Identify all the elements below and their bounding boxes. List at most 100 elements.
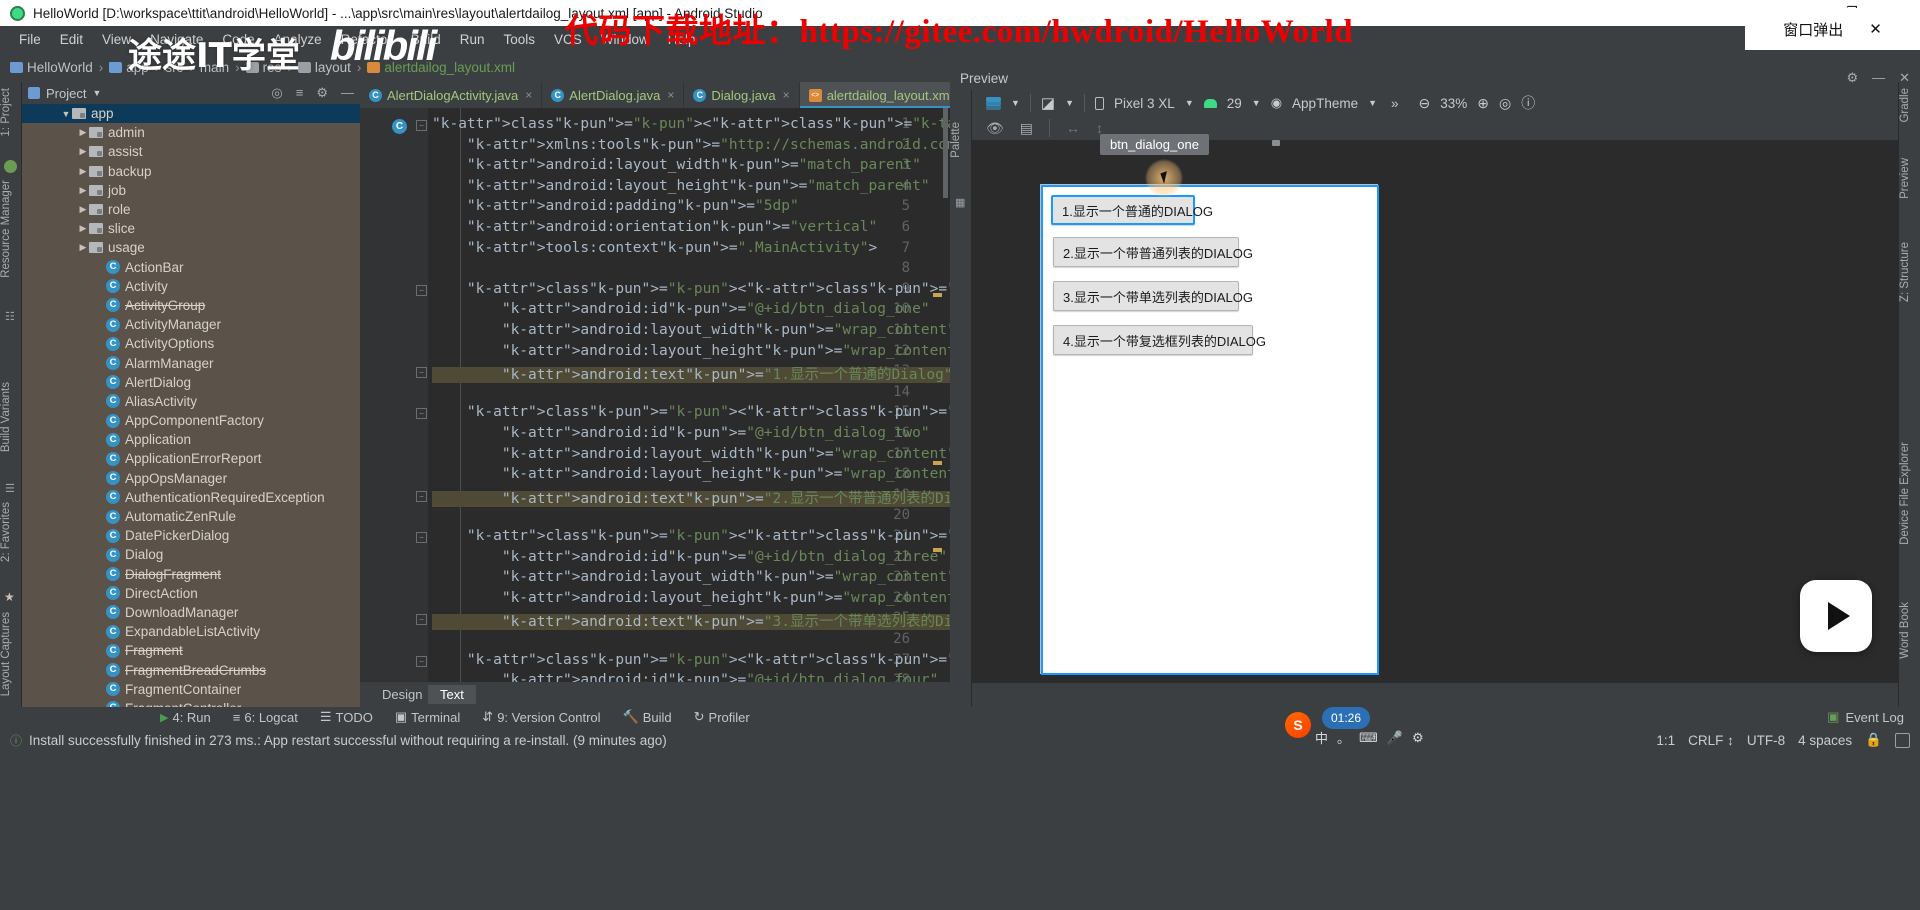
ime-voice-icon[interactable]: 🎤 bbox=[1387, 730, 1403, 746]
code-line[interactable]: "k-attr">android:padding"k-pun">="5dp" bbox=[432, 198, 799, 214]
code-line[interactable]: "k-attr">class"k-pun">="k-pun"><"k-attr"… bbox=[432, 404, 950, 420]
ime-mode-label[interactable]: 中 bbox=[1315, 728, 1328, 747]
tree-node[interactable]: ▶ slice bbox=[22, 219, 360, 238]
tree-node[interactable]: CFragmentController bbox=[22, 699, 360, 707]
tree-node[interactable]: ▶ usage bbox=[22, 238, 360, 257]
editor-tab-bar[interactable]: C AlertDialogActivity.java × C AlertDialog.j… bbox=[360, 82, 977, 108]
tree-node[interactable]: C Fragment bbox=[22, 641, 360, 660]
tree-node[interactable]: C DirectAction bbox=[22, 584, 360, 603]
collapse-all-icon[interactable]: ≡ bbox=[296, 85, 304, 101]
code-area[interactable]: 1 "k-attr">class"k-pun">="k-pun"><"k-attr… bbox=[360, 108, 950, 686]
code-fold-icon[interactable]: − bbox=[416, 655, 427, 667]
design-mode-icon[interactable] bbox=[986, 96, 1001, 110]
tree-node[interactable]: C Application bbox=[22, 430, 360, 449]
tree-node[interactable]: C AppOpsManager bbox=[22, 469, 360, 488]
info-icon[interactable]: ⓘ bbox=[1521, 93, 1535, 113]
chevron-down-icon[interactable]: ▼ bbox=[92, 88, 101, 98]
tree-node[interactable]: C AlertDialog bbox=[22, 373, 360, 392]
tree-node[interactable]: C ActivityManager bbox=[22, 315, 360, 334]
preview-theme-label[interactable]: AppTheme bbox=[1292, 96, 1358, 111]
tree-node[interactable]: C FragmentContainer bbox=[22, 680, 360, 699]
close-tab-icon[interactable]: × bbox=[667, 88, 674, 102]
tree-node[interactable]: ▶ job bbox=[22, 181, 360, 200]
twisty-collapsed-icon[interactable]: ▶ bbox=[77, 127, 89, 138]
preview-minimize-icon[interactable]: — bbox=[1872, 70, 1885, 86]
code-fold-icon[interactable]: − bbox=[416, 490, 427, 502]
sidebar-item-word-book[interactable]: Word Book bbox=[1899, 602, 1920, 659]
tree-node[interactable]: C AliasActivity bbox=[22, 392, 360, 411]
tree-node[interactable]: ▶ backup bbox=[22, 162, 360, 181]
sidebar-item-structure[interactable]: Z: Structure bbox=[1899, 242, 1920, 302]
code-line[interactable]: "k-attr">android:layout_height"k-pun">="… bbox=[432, 590, 950, 606]
tree-node[interactable]: C ExpandableListActivity bbox=[22, 622, 360, 641]
tree-node[interactable]: ▶ admin bbox=[22, 123, 360, 142]
code-fold-icon[interactable]: − bbox=[416, 284, 427, 296]
menu-file[interactable]: File bbox=[10, 29, 50, 50]
code-line[interactable]: "k-attr">android:layout_width"k-pun">="w… bbox=[432, 446, 950, 462]
preview-button-3[interactable]: 3.显示一个带单选列表的DIALOG bbox=[1053, 281, 1253, 311]
editor-tab[interactable]: C Dialog.java × bbox=[684, 82, 800, 108]
tree-node[interactable]: C DownloadManager bbox=[22, 603, 360, 622]
orientation-icon[interactable]: ◪ bbox=[1041, 94, 1055, 112]
code-fold-icon[interactable]: − bbox=[416, 408, 427, 420]
chevron-down-icon[interactable]: ▼ bbox=[1185, 98, 1194, 108]
menu-run[interactable]: Run bbox=[451, 29, 494, 50]
editor-tab[interactable]: C AlertDialogActivity.java × bbox=[360, 82, 543, 108]
code-fold-icon[interactable]: − bbox=[416, 614, 427, 626]
code-line[interactable]: "k-attr">class"k-pun">="k-pun"><"k-attr"… bbox=[432, 116, 950, 132]
tab-text[interactable]: Text bbox=[428, 685, 476, 704]
tool-window-terminal[interactable]: ▣ Terminal bbox=[395, 709, 460, 725]
overflow-icon[interactable]: » bbox=[1391, 96, 1399, 111]
preview-button-4[interactable]: 4.显示一个带复选框列表的DIALOG bbox=[1053, 325, 1266, 355]
code-line[interactable]: "k-attr">xmlns:tools"k-pun">="http://sch… bbox=[432, 137, 950, 153]
chevron-down-icon[interactable]: ▼ bbox=[1065, 98, 1074, 108]
tree-node[interactable]: ▶ assist bbox=[22, 142, 360, 161]
code-line[interactable]: "k-attr">android:text"k-pun">="3.显示一个带单选… bbox=[432, 610, 950, 631]
sidebar-item-palette[interactable]: Palette bbox=[950, 122, 972, 158]
ime-punctuation-icon[interactable]: 。 bbox=[1337, 728, 1350, 747]
ime-toolbar[interactable]: 中 。 ⌨ 🎤 ⚙ bbox=[1315, 728, 1424, 747]
code-line[interactable]: "k-attr">android:orientation"k-pun">="ve… bbox=[432, 219, 877, 235]
tree-node[interactable]: C FragmentBreadCrumbs bbox=[22, 660, 360, 679]
twisty-collapsed-icon[interactable]: ▶ bbox=[77, 146, 89, 157]
hide-icon[interactable]: — bbox=[341, 85, 354, 101]
lock-icon[interactable]: 🔒 bbox=[1865, 732, 1882, 748]
code-line[interactable]: "k-attr">android:text"k-pun">="2.显示一个带普通… bbox=[432, 487, 950, 508]
tree-node[interactable]: C ActivityGroup bbox=[22, 296, 360, 315]
code-fold-icon[interactable]: − bbox=[416, 120, 427, 131]
sidebar-item-project[interactable]: 1: Project bbox=[0, 88, 22, 137]
sidebar-item-resource-manager[interactable]: Resource Manager bbox=[0, 180, 22, 278]
code-line[interactable]: "k-attr">class"k-pun">="k-pun"><"k-attr"… bbox=[432, 281, 950, 297]
tool-window-version-control[interactable]: ⇵ 9: Version Control bbox=[482, 709, 600, 725]
preview-button-2[interactable]: 2.显示一个带普通列表的DIALOG bbox=[1053, 237, 1253, 267]
zoom-fit-icon[interactable]: ◎ bbox=[1499, 95, 1511, 112]
ime-settings-icon[interactable]: ⚙ bbox=[1412, 730, 1424, 746]
twisty-expanded-icon[interactable]: ▼ bbox=[60, 109, 72, 119]
code-line[interactable]: "k-attr">android:id"k-pun">="@+id/btn_di… bbox=[432, 301, 930, 317]
settings-gear-icon[interactable]: ⚙ bbox=[316, 85, 328, 101]
preview-settings-icon[interactable]: ⚙ bbox=[1846, 70, 1858, 86]
device-preview[interactable]: 1.显示一个普通的DIALOG 2.显示一个带普通列表的DIALOG 3.显示一… bbox=[1040, 184, 1379, 675]
menu-edit[interactable]: Edit bbox=[51, 29, 92, 50]
popup-window-notice[interactable]: 窗口弹出 ✕ bbox=[1745, 8, 1920, 50]
tree-node[interactable]: C AuthenticationRequiredException bbox=[22, 488, 360, 507]
component-tree-icon[interactable]: ▦ bbox=[955, 196, 965, 209]
tree-node[interactable]: C ActivityOptions bbox=[22, 334, 360, 353]
ime-keyboard-icon[interactable]: ⌨ bbox=[1359, 730, 1378, 746]
project-tree[interactable]: ▼ app ▶ admin ▶ assist ▶ backup ▶ job ▶ role ▶ slice ▶… bbox=[22, 104, 360, 707]
chevron-down-icon[interactable]: ▼ bbox=[1368, 98, 1377, 108]
breadcrumb-helloworld[interactable]: HelloWorld bbox=[27, 60, 93, 75]
code-line[interactable]: "k-attr">android:layout_width"k-pun">="m… bbox=[432, 157, 921, 173]
tree-node[interactable]: C AppComponentFactory bbox=[22, 411, 360, 430]
file-encoding[interactable]: UTF-8 bbox=[1747, 733, 1785, 748]
sidebar-item-favorites[interactable]: 2: Favorites bbox=[0, 502, 22, 562]
code-line[interactable]: "k-attr">android:layout_height"k-pun">="… bbox=[432, 178, 930, 194]
indent-setting[interactable]: 4 spaces bbox=[1798, 733, 1852, 748]
close-tab-icon[interactable]: × bbox=[525, 88, 532, 102]
code-line[interactable]: "k-attr">android:layout_width"k-pun">="w… bbox=[432, 322, 950, 338]
tool-window-todo[interactable]: ☰ TODO bbox=[320, 709, 373, 725]
tree-node[interactable]: ▼ app bbox=[22, 104, 360, 124]
memory-indicator[interactable] bbox=[1895, 732, 1910, 748]
caret-position[interactable]: 1:1 bbox=[1656, 733, 1675, 748]
code-line[interactable]: "k-attr">class"k-pun">="k-pun"><"k-attr"… bbox=[432, 652, 950, 668]
